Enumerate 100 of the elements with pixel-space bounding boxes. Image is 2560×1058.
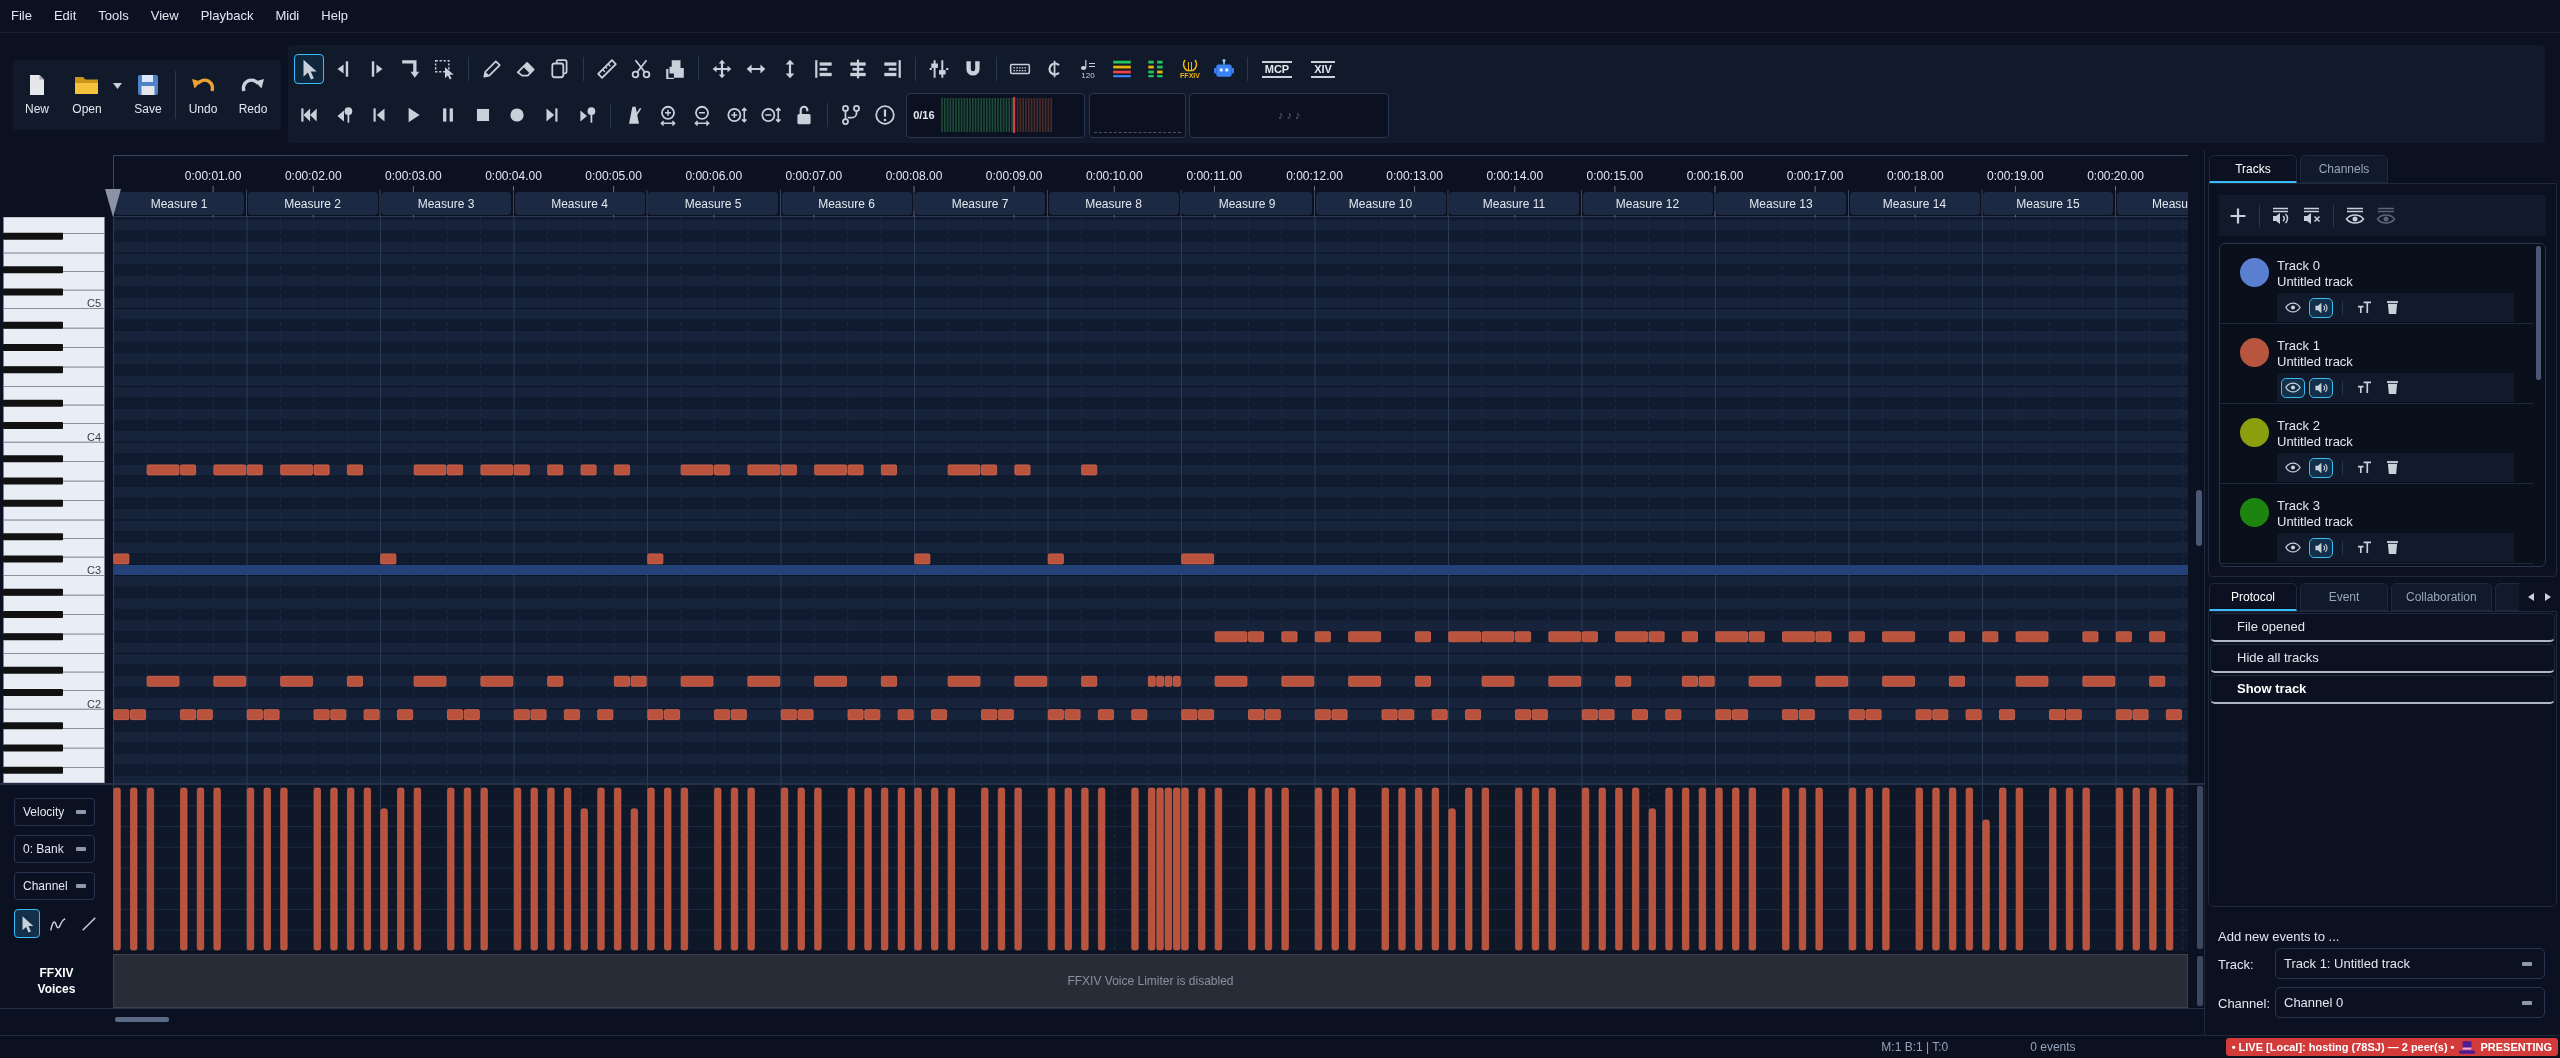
piano-sharp-key[interactable] <box>3 399 63 407</box>
audio-toggle[interactable] <box>2309 297 2333 318</box>
audio-toggle[interactable] <box>2309 377 2333 398</box>
piano-sharp-key[interactable] <box>3 666 63 674</box>
measure-block[interactable]: Measure 5 <box>648 192 778 215</box>
branch-icon[interactable] <box>840 104 863 126</box>
view-toggle[interactable] <box>2281 377 2305 398</box>
color-bars-icon[interactable] <box>1111 58 1133 80</box>
lane-dropdown[interactable]: Channel <box>14 872 95 900</box>
tempo-button[interactable]: 120 <box>1080 58 1096 80</box>
select-dropdown[interactable]: Channel 0 <box>2275 987 2545 1018</box>
history-item[interactable]: File opened <box>2210 613 2555 642</box>
trash-icon[interactable] <box>2386 541 2398 554</box>
scrollbar-thumb[interactable] <box>115 1017 169 1022</box>
robot-icon[interactable] <box>1213 58 1235 80</box>
text-size-icon[interactable] <box>2356 541 2372 554</box>
piano-sharp-key[interactable] <box>3 321 63 329</box>
caret-left-icon[interactable] <box>2527 593 2534 601</box>
piano-sharp-key[interactable] <box>3 499 63 507</box>
piano-sharp-key[interactable] <box>3 533 63 541</box>
text-badge-button[interactable]: XIV <box>1311 60 1335 78</box>
toolbar-button[interactable]: Redo <box>229 74 277 116</box>
track-item[interactable]: Track 2 Untitled track <box>2221 404 2533 484</box>
text-size-icon[interactable] <box>2356 461 2372 474</box>
menu-item[interactable]: View <box>150 7 179 25</box>
menu-item[interactable]: Edit <box>53 7 77 25</box>
piano-sharp-key[interactable] <box>3 366 63 374</box>
toolbar-button[interactable]: Save <box>124 74 172 116</box>
piano-sharp-key[interactable] <box>3 455 63 463</box>
panel-tab[interactable]: Event <box>2300 583 2388 611</box>
menu-item[interactable]: Playback <box>200 7 254 25</box>
measure-block[interactable]: Measu <box>2116 192 2188 215</box>
align-left-icon[interactable] <box>813 58 835 80</box>
measure-block[interactable]: Measure 6 <box>781 192 912 215</box>
panel-tab[interactable]: Tracks <box>2209 155 2297 183</box>
measure-block[interactable]: Measure 3 <box>381 192 511 215</box>
lane-dropdown[interactable]: Velocity <box>14 798 95 826</box>
panel-tab[interactable]: Protocol <box>2209 583 2297 611</box>
trash-icon[interactable] <box>2386 301 2398 314</box>
toolbar-button[interactable]: New <box>13 74 61 116</box>
caret-down-icon[interactable] <box>113 83 122 89</box>
measure-block[interactable]: Measure 4 <box>514 192 645 215</box>
lane-tool-button[interactable] <box>14 909 40 938</box>
scrollbar-thumb[interactable] <box>2197 786 2203 949</box>
piano-sharp-key[interactable] <box>3 766 63 774</box>
piano-sharp-key[interactable] <box>3 421 63 429</box>
piano-sharp-key[interactable] <box>3 232 63 240</box>
scrollbar-thumb[interactable] <box>2536 246 2541 380</box>
align-center-icon[interactable] <box>847 58 869 80</box>
track-item[interactable]: Track 1 Untitled track <box>2221 324 2533 404</box>
scrollbar-thumb[interactable] <box>2196 490 2202 546</box>
text-size-icon[interactable] <box>2356 301 2372 314</box>
select-dropdown[interactable]: Track 1: Untitled track <box>2275 948 2545 979</box>
track-item[interactable]: Track 0 Untitled track <box>2221 244 2533 324</box>
history-item[interactable]: Show track <box>2210 675 2555 704</box>
measure-block[interactable]: Measure 2 <box>247 192 378 215</box>
lane-dropdown[interactable]: 0: Bank <box>14 835 95 863</box>
panel-tab[interactable]: Channels <box>2300 155 2388 183</box>
caret-right-icon[interactable] <box>2545 593 2552 601</box>
piano-sharp-key[interactable] <box>3 633 63 641</box>
measure-block[interactable]: Measure 9 <box>1182 192 1312 215</box>
measure-block[interactable]: Measure 14 <box>1849 192 1980 215</box>
move-arrows-icon[interactable] <box>711 58 733 80</box>
trash-icon[interactable] <box>2386 381 2398 394</box>
piano-sharp-key[interactable] <box>3 688 63 696</box>
eye-list-icon[interactable] <box>2345 205 2365 226</box>
audio-toggle[interactable] <box>2309 457 2333 478</box>
measure-block[interactable]: Measure 10 <box>1315 192 1446 215</box>
ruler-icon[interactable] <box>596 58 618 80</box>
warning-icon[interactable] <box>874 104 897 126</box>
piano-key[interactable] <box>3 217 105 234</box>
tool-button[interactable] <box>294 54 324 84</box>
menu-item[interactable]: Help <box>321 7 348 25</box>
measure-block[interactable]: Measure 11 <box>1449 192 1579 215</box>
measure-block[interactable]: Measure 1 <box>114 192 244 215</box>
text-badge-button[interactable]: MCP <box>1261 60 1293 78</box>
sliders-icon[interactable] <box>928 58 950 80</box>
toolbar-button[interactable]: Undo <box>179 74 227 116</box>
menu-item[interactable]: Tools <box>98 7 129 25</box>
measure-block[interactable]: Measure 8 <box>1048 192 1179 215</box>
menu-item[interactable]: Midi <box>275 7 300 25</box>
text-size-icon[interactable] <box>2356 381 2372 394</box>
track-item[interactable]: Track 3 Untitled track <box>2221 484 2533 564</box>
measure-block[interactable]: Measure 7 <box>915 192 1045 215</box>
panel-tab[interactable]: Collaboration <box>2391 583 2492 611</box>
measure-block[interactable]: Measure 15 <box>1983 192 2113 215</box>
menu-item[interactable]: File <box>11 7 32 25</box>
measure-block[interactable]: Measure 12 <box>1582 192 1713 215</box>
piano-sharp-key[interactable] <box>3 588 63 596</box>
piano-sharp-key[interactable] <box>3 266 63 274</box>
stacked-shapes-icon[interactable] <box>664 58 686 80</box>
audio-toggle[interactable] <box>2309 537 2333 558</box>
measure-block[interactable]: Measure 13 <box>1716 192 1846 215</box>
speaker-list-icon[interactable] <box>2271 205 2291 226</box>
history-item[interactable]: Hide all tracks <box>2210 644 2555 673</box>
scrollbar-thumb[interactable] <box>2197 956 2203 1006</box>
pencil-icon[interactable] <box>481 58 503 80</box>
playhead-marker[interactable] <box>105 189 121 217</box>
muted-list-icon[interactable] <box>2302 205 2322 226</box>
toolbar-button[interactable]: Open <box>63 74 111 116</box>
